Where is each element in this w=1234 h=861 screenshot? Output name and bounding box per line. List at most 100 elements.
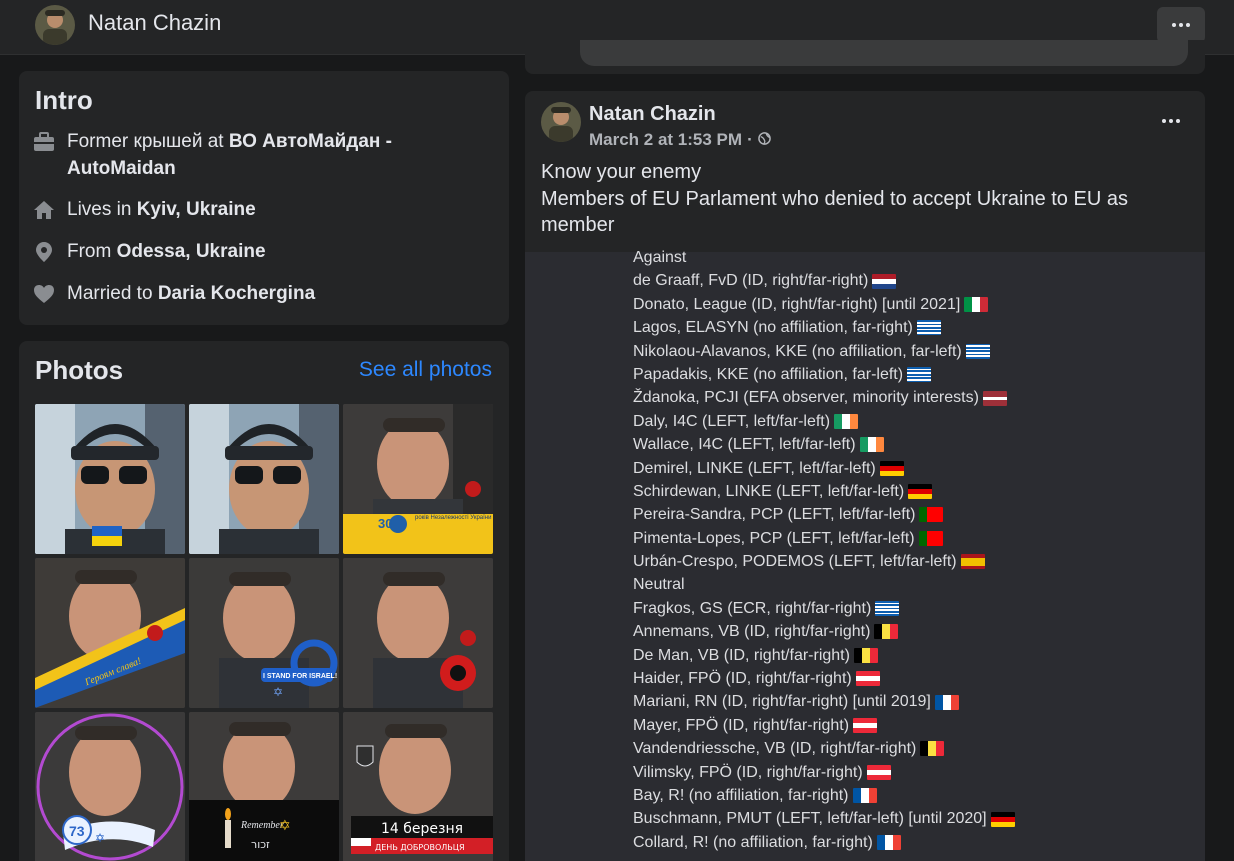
svg-text:✡: ✡ xyxy=(279,818,291,834)
intro-item-work: Former крышей at ВО АвтоМайдан - AutoMai… xyxy=(33,128,483,182)
flag-icon xyxy=(964,296,989,312)
photo-thumbnail[interactable]: Героям слава! xyxy=(35,558,185,708)
home-icon xyxy=(33,199,55,221)
intro-item-lives-text: Lives in Kyiv, Ukraine xyxy=(67,199,256,220)
listing-line: Buschmann, PMUT (LEFT, left/far-left) [u… xyxy=(633,807,1015,830)
mep-listing: Against de Graaff, FvD (ID, right/far-rig… xyxy=(633,246,1015,854)
flag-icon xyxy=(872,273,897,289)
flag-icon xyxy=(834,413,859,429)
listing-line-text: Daly, I4C (LEFT, left/far-left) xyxy=(633,412,831,430)
post-options-button[interactable] xyxy=(1155,109,1187,133)
remember-text: Remember xyxy=(240,820,284,831)
listing-line-text: Annemans, VB (ID, right/far-right) xyxy=(633,623,871,641)
listing-line-text: Neutral xyxy=(633,576,685,594)
listing-line: Mayer, FPÖ (ID, right/far-right) xyxy=(633,714,1015,737)
see-all-photos-link[interactable]: See all photos xyxy=(359,358,492,382)
post-author[interactable]: Natan Chazin xyxy=(589,103,716,126)
listing-line: De Man, VB (ID, right/far-right) xyxy=(633,644,1015,667)
listing-line-text: Schirdewan, LINKE (LEFT, left/far-left) xyxy=(633,482,905,500)
post-timestamp[interactable]: March 2 at 1:53 PM xyxy=(589,130,742,150)
listing-line-text: Collard, R! (no affiliation, far-right) xyxy=(633,833,873,851)
listing-line-text: De Man, VB (ID, right/far-right) xyxy=(633,646,850,664)
more-options-button[interactable] xyxy=(1157,7,1205,43)
photo-thumbnail[interactable]: 30 років Незалежності України xyxy=(343,404,493,554)
intro-card: Intro Former крышей at ВО АвтоМайдан - A… xyxy=(19,71,509,325)
photo-thumbnail[interactable]: Remember ✡ זכור xyxy=(189,712,339,861)
listing-line-text: Haider, FPÖ (ID, right/far-right) xyxy=(633,670,852,688)
listing-line: Demirel, LINKE (LEFT, left/far-left) xyxy=(633,457,1015,480)
heart-icon xyxy=(33,283,55,305)
flag-icon xyxy=(866,764,891,780)
ukraine-30-text: років Незалежності України xyxy=(415,515,491,521)
listing-line-text: Pereira-Sandra, PCP (LEFT, left/far-left… xyxy=(633,506,916,524)
photo-thumbnail[interactable]: 73 ✡ xyxy=(35,712,185,861)
listing-line-text: Mariani, RN (ID, right/far-right) [until… xyxy=(633,693,931,711)
svg-text:✡: ✡ xyxy=(273,685,283,699)
intro-title: Intro xyxy=(35,85,93,115)
spouse-link[interactable]: Daria Kochergina xyxy=(158,283,315,304)
flag-icon xyxy=(918,530,943,546)
post-text-line: Know your enemy xyxy=(541,161,702,183)
intro-item-from-text: From Odessa, Ukraine xyxy=(67,241,266,262)
photo-thumbnail[interactable] xyxy=(343,558,493,708)
listing-line: Collard, R! (no affiliation, far-right) xyxy=(633,831,1015,854)
photo-thumbnail[interactable]: I STAND FOR ISRAEL! ✡ xyxy=(189,558,339,708)
flag-icon xyxy=(875,601,900,617)
flag-icon xyxy=(859,437,884,453)
listing-line: Papadakis, KKE (no affiliation, far-left… xyxy=(633,363,1015,386)
listing-line: Schirdewan, LINKE (LEFT, left/far-left) xyxy=(633,480,1015,503)
flag-icon xyxy=(879,460,904,476)
current-city-link[interactable]: Kyiv, Ukraine xyxy=(137,199,256,220)
listing-line-text: Urbán-Crespo, PODEMOS (LEFT, left/far-le… xyxy=(633,553,957,571)
listing-line: Wallace, I4C (LEFT, left/far-left) xyxy=(633,433,1015,456)
listing-line-text: Nikolaou-Alavanos, KKE (no affiliation, … xyxy=(633,342,962,360)
flag-icon xyxy=(855,671,880,687)
listing-line-text: Against xyxy=(633,249,687,266)
intro-item-from: From Odessa, Ukraine xyxy=(33,238,483,265)
photos-title: Photos xyxy=(35,355,124,385)
intro-item-lives: Lives in Kyiv, Ukraine xyxy=(33,196,483,223)
listing-line-text: Lagos, ELASYN (no affiliation, far-right… xyxy=(633,319,913,337)
listing-line-text: Fragkos, GS (ECR, right/far-right) xyxy=(633,599,872,617)
flag-icon xyxy=(853,718,878,733)
post-image[interactable]: Against de Graaff, FvD (ID, right/far-rig… xyxy=(525,249,1205,861)
photo-grid: 30 років Незалежності України Героям сла… xyxy=(35,404,493,861)
intro-item-relationship-text: Married to Daria Kochergina xyxy=(67,283,316,304)
post-text-line: Members of EU Parlament who denied to ac… xyxy=(541,187,1128,237)
profile-name[interactable]: Natan Chazin xyxy=(88,10,221,36)
hometown-link[interactable]: Odessa, Ukraine xyxy=(117,241,266,262)
avatar[interactable] xyxy=(541,102,581,142)
israel-73-text: 73 xyxy=(69,823,85,839)
listing-line: Mariani, RN (ID, right/far-right) [until… xyxy=(633,690,1015,713)
flag-icon xyxy=(982,390,1007,406)
zakhor-text: זכור xyxy=(251,838,270,851)
listing-line-text: Ždanoka, PCJI (EFA observer, minority in… xyxy=(633,389,979,407)
photos-card: Photos See all photos 30 років Незалежно… xyxy=(19,341,509,861)
listing-line: Ždanoka, PCJI (EFA observer, minority in… xyxy=(633,386,1015,409)
listing-line: Against xyxy=(633,246,1015,269)
listing-line: Bay, R! (no affiliation, far-right) xyxy=(633,784,1015,807)
listing-line-text: Pimenta-Lopes, PCP (LEFT, left/far-left) xyxy=(633,529,915,547)
listing-line: Pereira-Sandra, PCP (LEFT, left/far-left… xyxy=(633,503,1015,526)
photo-thumbnail[interactable] xyxy=(189,404,339,554)
globe-icon[interactable] xyxy=(757,130,771,150)
listing-line: Donato, League (ID, right/far-right) [un… xyxy=(633,293,1015,316)
photo-thumbnail[interactable]: 14 березня ДЕНЬ ДОБРОВОЛЬЦЯ xyxy=(343,712,493,861)
avatar[interactable] xyxy=(35,5,75,45)
listing-line: Annemans, VB (ID, right/far-right) xyxy=(633,620,1015,643)
listing-line: Neutral xyxy=(633,573,1015,596)
comment-input[interactable] xyxy=(580,40,1188,66)
flag-icon xyxy=(852,788,877,804)
listing-line-text: Vilimsky, FPÖ (ID, right/far-right) xyxy=(633,763,863,781)
listing-line: Daly, I4C (LEFT, left/far-left) xyxy=(633,410,1015,433)
listing-line: Lagos, ELASYN (no affiliation, far-right… xyxy=(633,316,1015,339)
year-30-text: 30 xyxy=(378,516,392,531)
listing-line-text: de Graaff, FvD (ID, right/far-right) xyxy=(633,272,869,290)
svg-text:✡: ✡ xyxy=(95,831,105,845)
post-composer xyxy=(525,40,1205,74)
listing-line-text: Papadakis, KKE (no affiliation, far-left… xyxy=(633,365,904,383)
volunteer-day-text: ДЕНЬ ДОБРОВОЛЬЦЯ xyxy=(375,843,465,852)
listing-line-text: Vandendriessche, VB (ID, right/far-right… xyxy=(633,740,917,758)
stand-for-israel-text: I STAND FOR ISRAEL! xyxy=(263,673,337,680)
photo-thumbnail[interactable] xyxy=(35,404,185,554)
